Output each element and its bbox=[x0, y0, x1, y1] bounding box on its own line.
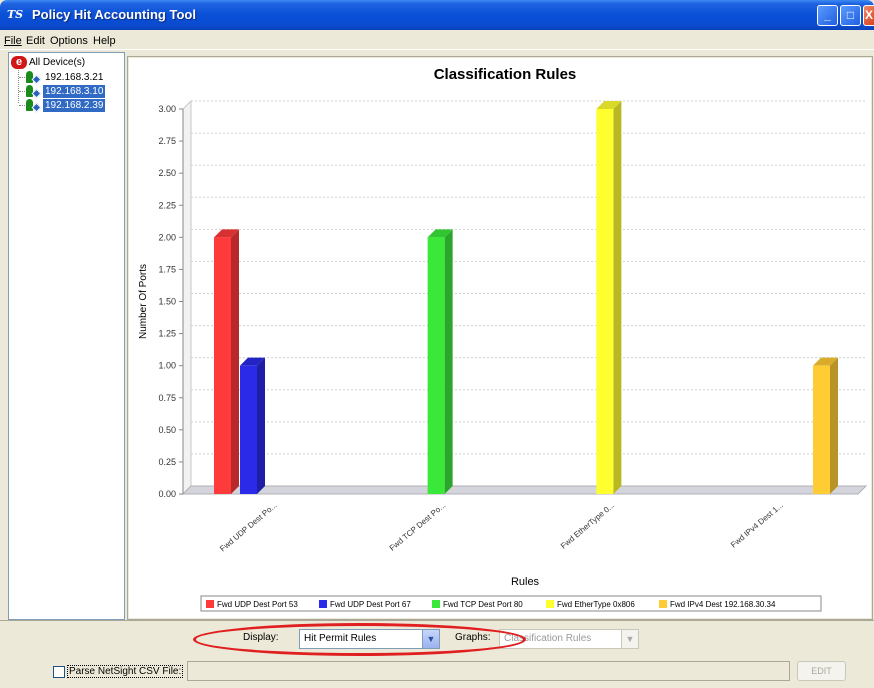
highlight-annotation-ellipse bbox=[193, 623, 526, 656]
bar-side bbox=[613, 101, 622, 494]
tree-node-label: 192.168.3.10 bbox=[43, 85, 106, 98]
y-tick-label: 0.00 bbox=[158, 489, 176, 499]
y-axis-label: Number Of Ports bbox=[138, 264, 149, 339]
y-tick-label: 2.75 bbox=[158, 136, 176, 146]
tree-node-label: 192.168.3.21 bbox=[45, 72, 104, 83]
legend-label: Fwd UDP Dest Port 53 bbox=[217, 600, 298, 609]
y-tick-label: 1.00 bbox=[158, 361, 176, 371]
tree-node-label: 192.168.2.39 bbox=[43, 99, 106, 112]
app-logo-icon: TS bbox=[7, 8, 24, 21]
x-axis-label: Rules bbox=[511, 576, 540, 588]
bar-side bbox=[830, 357, 838, 494]
window-title: Policy Hit Accounting Tool bbox=[32, 7, 196, 22]
device-icon bbox=[25, 71, 42, 85]
chart-title: Classification Rules bbox=[434, 66, 577, 83]
legend-label: Fwd TCP Dest Port 80 bbox=[443, 600, 523, 609]
edit-button[interactable]: EDIT bbox=[797, 661, 846, 681]
device-tree: e All Device(s) 192.168.3.21 192.168.3.1… bbox=[8, 52, 125, 620]
bar bbox=[214, 237, 231, 495]
y-tick-label: 2.25 bbox=[158, 200, 176, 210]
bar bbox=[596, 109, 614, 494]
csv-file-field[interactable] bbox=[187, 661, 790, 681]
minimize-button[interactable]: _ bbox=[817, 5, 838, 26]
bar-side bbox=[444, 229, 453, 495]
bottom-controls: Display: Hit Permit Rules ▼ Graphs: Clas… bbox=[0, 620, 874, 688]
menu-help[interactable]: Help bbox=[93, 35, 116, 47]
y-tick-label: 3.00 bbox=[158, 104, 176, 114]
tree-connector bbox=[18, 70, 19, 103]
bar bbox=[813, 365, 830, 494]
tree-root-label: All Device(s) bbox=[29, 57, 86, 68]
legend-swatch bbox=[659, 600, 667, 608]
parse-csv-label[interactable]: Parse NetSight CSV File: bbox=[67, 665, 184, 678]
parse-csv-checkbox[interactable] bbox=[53, 666, 65, 678]
enterasys-logo-icon: e bbox=[11, 56, 27, 69]
y-tick-label: 1.25 bbox=[158, 329, 176, 339]
y-tick-label: 0.50 bbox=[158, 425, 176, 435]
maximize-button[interactable]: □ bbox=[840, 5, 861, 26]
menu-bar: File Edit Options Help bbox=[0, 30, 874, 50]
chart-floor bbox=[181, 485, 868, 495]
y-tick-label: 1.75 bbox=[158, 264, 176, 274]
legend-label: Fwd IPv4 Dest 192.168.30.34 bbox=[670, 600, 776, 609]
bar bbox=[240, 365, 257, 494]
legend-label: Fwd UDP Dest Port 67 bbox=[330, 600, 411, 609]
legend-swatch bbox=[319, 600, 327, 608]
menu-edit[interactable]: Edit bbox=[26, 35, 45, 47]
bar-side bbox=[257, 357, 265, 494]
classification-rules-chart: Classification Rules 0.00 0.25 0.50 0.75 1.00… bbox=[129, 58, 871, 618]
y-tick-label: 0.75 bbox=[158, 393, 176, 403]
menu-options[interactable]: Options bbox=[50, 35, 88, 47]
chart-panel: Classification Rules 0.00 0.25 0.50 0.75 1.00… bbox=[127, 56, 873, 620]
legend-swatch bbox=[546, 600, 554, 608]
bar bbox=[427, 237, 445, 495]
y-tick-label: 2.00 bbox=[158, 232, 176, 242]
legend-label: Fwd EtherType 0x806 bbox=[557, 600, 635, 609]
chart-side-wall bbox=[182, 99, 192, 496]
y-tick-label: 2.50 bbox=[158, 168, 176, 178]
y-tick-label: 1.50 bbox=[158, 297, 176, 307]
device-icon bbox=[25, 85, 42, 99]
menu-file[interactable]: File bbox=[4, 35, 22, 47]
y-tick-label: 0.25 bbox=[158, 457, 176, 467]
close-button[interactable]: X bbox=[863, 5, 874, 26]
bar-side bbox=[231, 229, 239, 495]
chevron-down-icon[interactable]: ▼ bbox=[621, 630, 638, 648]
title-bar: TS Policy Hit Accounting Tool _ □ X bbox=[0, 0, 874, 30]
legend-swatch bbox=[432, 600, 440, 608]
device-icon bbox=[25, 99, 42, 113]
legend-swatch bbox=[206, 600, 214, 608]
